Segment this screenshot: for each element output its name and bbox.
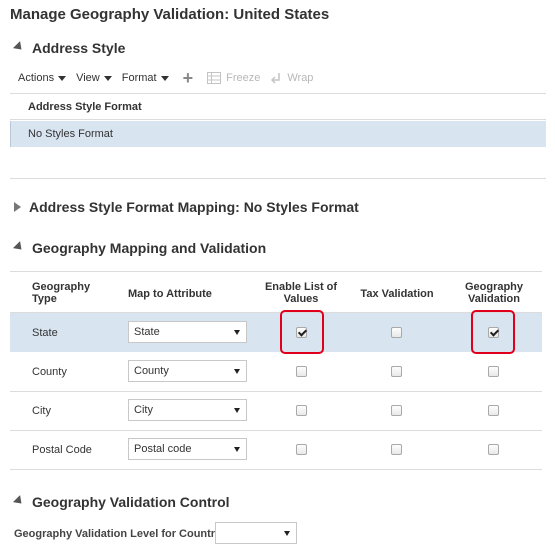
tax-validation-checkbox[interactable] — [391, 405, 402, 416]
dropdown-arrow-icon — [234, 447, 240, 452]
geography-type-cell: County — [32, 366, 67, 378]
geography-type-cell: City — [32, 405, 51, 417]
freeze-button[interactable]: Freeze — [207, 72, 260, 84]
dropdown-arrow-icon — [234, 330, 240, 335]
divider — [10, 178, 546, 179]
freeze-icon — [207, 72, 222, 84]
dropdown-caret-icon — [58, 75, 67, 81]
map-to-attribute-select[interactable]: County — [128, 360, 247, 382]
dropdown-caret-icon — [103, 75, 112, 81]
geography-validation-checkbox[interactable] — [488, 366, 499, 377]
divider — [10, 271, 542, 272]
column-header-tax-validation: Tax Validation — [360, 288, 434, 300]
collapse-triangle-icon — [12, 240, 26, 253]
format-menu[interactable]: Format — [122, 72, 169, 84]
section-title: Address Style Format Mapping: No Styles … — [29, 199, 359, 215]
column-header-geography-validation: Geography Validation — [464, 281, 524, 305]
geography-validation-checkbox[interactable] — [488, 444, 499, 455]
section-title: Address Style — [32, 40, 126, 56]
mapping-section-header[interactable]: Address Style Format Mapping: No Styles … — [14, 199, 359, 215]
divider — [10, 391, 542, 392]
validation-control-section-header[interactable]: Geography Validation Control — [12, 494, 230, 510]
page-title: Manage Geography Validation: United Stat… — [10, 6, 330, 23]
expand-triangle-icon — [14, 202, 21, 212]
wrap-icon — [271, 73, 281, 84]
highlight-box — [280, 310, 324, 354]
address-style-toolbar: Actions View Format + Freeze Wrap — [18, 69, 323, 87]
enable-list-of-values-checkbox[interactable] — [296, 405, 307, 416]
dropdown-caret-icon — [160, 75, 169, 81]
geography-type-cell: Postal Code — [32, 444, 92, 456]
geography-type-cell: State — [32, 327, 58, 339]
map-to-attribute-select[interactable]: City — [128, 399, 247, 421]
divider — [10, 93, 546, 94]
enable-list-of-values-checkbox[interactable] — [296, 366, 307, 377]
address-style-format-cell: No Styles Format — [28, 128, 113, 140]
section-title: Geography Mapping and Validation — [32, 240, 267, 256]
column-header-enable-list-of-values: Enable List of Values — [264, 281, 338, 305]
view-menu[interactable]: View — [76, 72, 112, 84]
dropdown-arrow-icon — [234, 408, 240, 413]
divider — [10, 430, 542, 431]
map-to-attribute-select[interactable]: State — [128, 321, 247, 343]
wrap-button[interactable]: Wrap — [270, 72, 313, 84]
tax-validation-checkbox[interactable] — [391, 366, 402, 377]
actions-menu[interactable]: Actions — [18, 72, 67, 84]
tax-validation-checkbox[interactable] — [391, 444, 402, 455]
geography-mapping-section-header[interactable]: Geography Mapping and Validation — [12, 240, 267, 256]
table-row[interactable]: No Styles Format — [10, 121, 546, 147]
validation-level-label: Geography Validation Level for Country — [14, 528, 222, 540]
geography-validation-checkbox[interactable] — [488, 405, 499, 416]
column-header-address-style-format: Address Style Format — [28, 101, 142, 113]
table-row[interactable] — [10, 313, 542, 352]
divider — [10, 469, 542, 470]
divider — [10, 119, 546, 120]
section-title: Geography Validation Control — [32, 494, 230, 510]
collapse-triangle-icon — [12, 40, 26, 53]
column-header-map-to-attribute: Map to Attribute — [128, 288, 212, 300]
collapse-triangle-icon — [12, 494, 26, 507]
dropdown-arrow-icon — [234, 369, 240, 374]
dropdown-arrow-icon — [284, 531, 290, 536]
column-header-geography-type: Geography Type — [32, 281, 91, 305]
tax-validation-checkbox[interactable] — [391, 327, 402, 338]
validation-level-select[interactable] — [215, 522, 297, 544]
row-marker — [10, 121, 11, 147]
enable-list-of-values-checkbox[interactable] — [296, 444, 307, 455]
highlight-box — [471, 310, 515, 354]
map-to-attribute-select[interactable]: Postal code — [128, 438, 247, 460]
add-icon[interactable]: + — [183, 69, 194, 87]
address-style-section-header[interactable]: Address Style — [12, 40, 126, 56]
